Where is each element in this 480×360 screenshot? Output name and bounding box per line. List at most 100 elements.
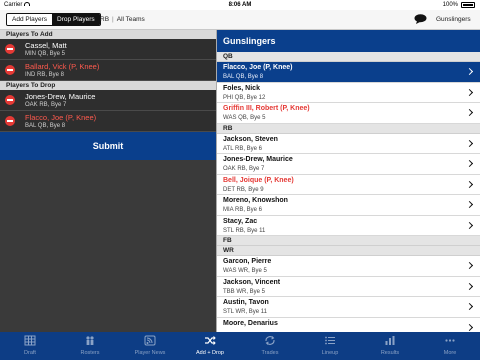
player-info: STL RB, Bye 11 [223, 227, 266, 234]
pending-player-row[interactable]: Cassel, Matt MIN QB, Bye 5 [0, 39, 216, 60]
position-header-wr: WR [217, 246, 480, 256]
player-name: Ballard, Vick (P, Knee) [25, 62, 100, 71]
player-name: Jackson, Vincent [223, 278, 281, 286]
tab-results[interactable]: Results [360, 332, 420, 360]
tab-add-drop[interactable]: Add + Drop [180, 332, 240, 360]
remove-icon[interactable] [5, 65, 15, 75]
chevron-right-icon[interactable] [465, 221, 474, 229]
roster-player-row[interactable]: Foles, Nick PHI QB, Bye 12 [217, 82, 480, 103]
battery-percent: 100% [442, 2, 458, 8]
player-name: Bell, Joique (P, Knee) [223, 176, 294, 184]
tab-label: Add + Drop [196, 350, 224, 356]
roster-player-row[interactable]: Flacco, Joe (P, Knee) BAL QB, Bye 8 [217, 62, 480, 83]
players-to-drop-header: Players To Drop [0, 81, 216, 90]
player-name: Flacco, Joe (P, Knee) [223, 64, 293, 71]
player-name: Foles, Nick [223, 84, 260, 92]
pending-player-row[interactable]: Jones-Drew, Maurice OAK RB, Bye 7 [0, 90, 216, 111]
chevron-right-icon[interactable] [465, 139, 474, 147]
chevron-right-icon[interactable] [465, 67, 474, 76]
rss-icon [144, 335, 156, 346]
player-name: Stacy, Zac [223, 217, 258, 225]
tab-draft[interactable]: Draft [0, 332, 60, 360]
team-filter[interactable]: All Teams [117, 16, 145, 23]
player-name: Griffin III, Robert (P, Knee) [223, 105, 310, 112]
player-info: PHI QB, Bye 12 [223, 94, 266, 101]
tab-label: Lineup [321, 350, 339, 356]
chevron-right-icon[interactable] [465, 180, 474, 188]
roster-player-row[interactable]: Moore, Denarius [217, 317, 480, 332]
add-players-segment[interactable]: Add Players [7, 14, 53, 25]
position-filter[interactable]: RB [100, 16, 109, 23]
list-icon [325, 336, 335, 345]
player-info: STL WR, Bye 11 [223, 309, 268, 315]
roster-player-row[interactable]: Griffin III, Robert (P, Knee) WAS QB, Bye… [217, 103, 480, 124]
position-header-fb: FB [217, 236, 480, 246]
remove-icon[interactable] [5, 44, 15, 54]
chat-bubble-icon[interactable] [414, 14, 427, 24]
team-roster-panel: Gunslingers QB Flacco, Joe (P, Knee) BAL Q… [216, 30, 480, 332]
tab-player-news[interactable]: Player News [120, 332, 180, 360]
chevron-right-icon[interactable] [465, 323, 474, 331]
pending-player-row[interactable]: Ballard, Vick (P, Knee) IND RB, Bye 8 [0, 60, 216, 81]
grid-icon [24, 335, 36, 346]
player-name: Garcon, Pierre [223, 258, 272, 265]
tab-trades[interactable]: Trades [240, 332, 300, 360]
player-name: Jackson, Steven [223, 135, 278, 143]
roster-player-row[interactable]: Moreno, Knowshon MIA RB, Bye 6 [217, 195, 480, 216]
tab-label: More [443, 350, 457, 356]
tab-label: Trades [261, 350, 279, 356]
bottom-tab-bar: Draft Rosters Player News Add + Drop Trades L… [0, 332, 480, 360]
chevron-right-icon[interactable] [465, 159, 474, 168]
submit-button[interactable]: Submit [0, 132, 216, 160]
chart-icon [385, 336, 395, 345]
tab-label: Draft [24, 350, 36, 356]
roster-player-row[interactable]: Jones-Drew, Maurice OAK RB, Bye 7 [217, 154, 480, 175]
player-info: MIA RB, Bye 6 [223, 207, 263, 213]
chevron-right-icon[interactable] [465, 302, 474, 311]
pending-changes-panel: Players To Add Cassel, Matt MIN QB, Bye 5… [0, 30, 216, 332]
tab-label: Rosters [80, 350, 100, 356]
roster-player-row[interactable]: Bell, Joique (P, Knee) DET RB, Bye 9 [217, 174, 480, 195]
chevron-right-icon[interactable] [465, 282, 474, 290]
roster-player-row[interactable]: Jackson, Vincent TBB WR, Bye 5 [217, 276, 480, 297]
roster-list[interactable]: QB Flacco, Joe (P, Knee) BAL QB, Bye 8 Fole… [217, 52, 480, 332]
player-name: Jones-Drew, Maurice [25, 92, 96, 101]
player-info: ATL RB, Bye 6 [223, 145, 263, 152]
roster-player-row[interactable]: Jackson, Steven ATL RB, Bye 6 [217, 133, 480, 154]
tab-lineup[interactable]: Lineup [300, 332, 360, 360]
player-info: BAL QB, Bye 8 [223, 74, 264, 80]
drop-players-segment[interactable]: Drop Players [52, 14, 100, 25]
player-info: OAK RB, Bye 7 [25, 102, 67, 108]
roster-player-row[interactable]: Garcon, Pierre WAS WR, Bye 5 [217, 256, 480, 277]
roster-filter[interactable]: RB | All Teams [100, 16, 145, 23]
player-info: TBB WR, Bye 5 [223, 288, 266, 295]
roster-player-row[interactable]: Austin, Tavon STL WR, Bye 11 [217, 297, 480, 318]
status-bar: Carrier 8:06 AM 100% [0, 0, 480, 10]
player-info: DET RB, Bye 9 [223, 186, 264, 193]
players-to-drop-list: Jones-Drew, Maurice OAK RB, Bye 7 Flacco, … [0, 90, 216, 132]
swap-icon [265, 336, 275, 345]
players-icon [86, 336, 94, 345]
clock: 8:06 AM [228, 2, 252, 8]
remove-icon[interactable] [5, 116, 15, 126]
shuffle-icon [205, 336, 216, 345]
player-info: WAS WR, Bye 5 [223, 268, 267, 274]
roster-player-row[interactable]: Stacy, Zac STL RB, Bye 11 [217, 215, 480, 236]
tab-rosters[interactable]: Rosters [60, 332, 120, 360]
position-header-qb: QB [217, 52, 480, 62]
remove-icon[interactable] [5, 95, 15, 105]
tab-label: Player News [134, 350, 166, 356]
chevron-right-icon[interactable] [465, 261, 474, 270]
tab-more[interactable]: More [420, 332, 480, 360]
chevron-right-icon[interactable] [465, 108, 474, 117]
chevron-right-icon[interactable] [465, 200, 474, 209]
player-name: Cassel, Matt [25, 41, 67, 50]
player-info: WAS QB, Bye 5 [223, 115, 266, 121]
position-header-rb: RB [217, 123, 480, 134]
chevron-right-icon[interactable] [465, 88, 474, 96]
player-info: BAL QB, Bye 8 [25, 123, 66, 129]
pending-player-row[interactable]: Flacco, Joe (P, Knee) BAL QB, Bye 8 [0, 111, 216, 132]
team-name-link[interactable]: Gunslingers [436, 16, 471, 23]
filter-separator: | [112, 16, 114, 23]
player-info: MIN QB, Bye 5 [25, 51, 66, 57]
